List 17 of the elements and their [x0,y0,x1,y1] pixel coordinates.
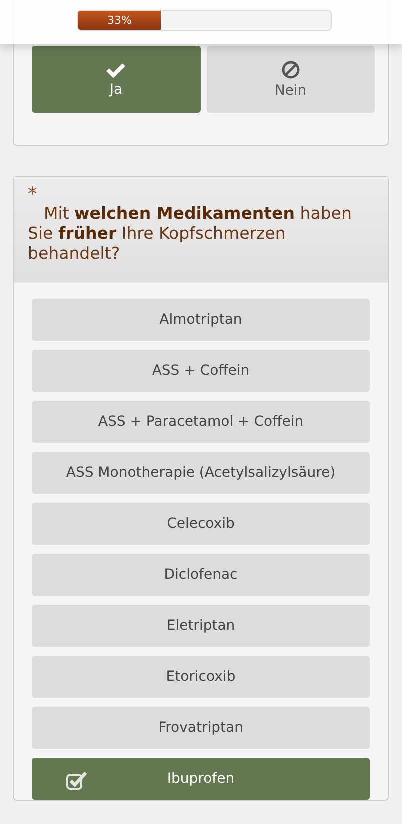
question-text: Mit welchen Medikamenten haben Sie früher Ihre Kopfschmerzen behandelt? [28,204,353,264]
option-button[interactable]: Diclofenac [32,554,370,596]
checkbox-icon [66,771,88,791]
option-button[interactable]: ASS + Coffein [32,350,370,392]
option-button[interactable]: ASS Monotherapie (Acetylsalizylsäure) [32,452,370,494]
option-button[interactable]: Frovatriptan [32,707,370,749]
checkmark-icon [106,62,126,78]
progress-label: 33% [108,14,132,27]
option-button[interactable]: Ibuprofen [32,758,370,800]
option-button[interactable]: ASS + Paracetamol + Coffein [32,401,370,443]
prohibited-icon [282,60,300,78]
yes-button[interactable]: Ja [32,46,200,113]
option-button[interactable]: Eletriptan [32,605,370,647]
option-button[interactable]: Celecoxib [32,503,370,545]
no-button[interactable]: Nein [206,46,375,113]
option-button[interactable]: Etoricoxib [32,656,370,698]
option-button[interactable]: Almotriptan [32,299,370,341]
